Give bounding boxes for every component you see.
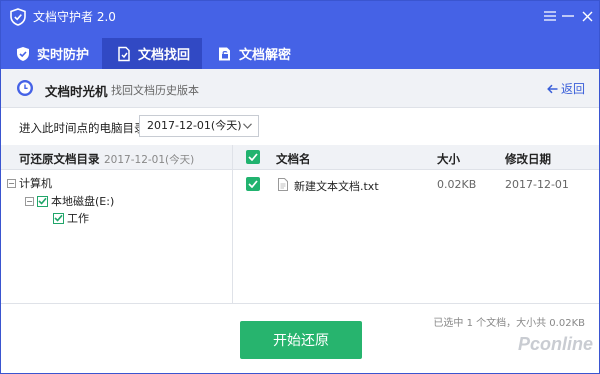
back-button[interactable]: 返回 (547, 80, 585, 97)
column-header-date[interactable]: 修改日期 (505, 151, 551, 167)
app-title: 文档守护者 2.0 (33, 10, 116, 24)
select-all-checkbox[interactable] (246, 150, 260, 164)
top-bar: 文档守护者 2.0 实时防护 文档找回 文档解密 (1, 1, 599, 69)
shield-logo-icon (10, 8, 26, 26)
tree-date: 2017-12-01(今天) (104, 154, 195, 166)
document-recover-icon (116, 46, 132, 62)
close-button[interactable] (578, 7, 596, 25)
section-header: 文档时光机 找回文档历史版本 返回 (1, 69, 599, 108)
column-header-name[interactable]: 文档名 (276, 151, 311, 167)
start-restore-button[interactable]: 开始还原 (240, 321, 362, 359)
main-tabs: 实时防护 文档找回 文档解密 (1, 38, 599, 69)
menu-button[interactable] (541, 7, 559, 25)
minimize-icon (562, 15, 574, 17)
title-bar: 文档守护者 2.0 (1, 1, 599, 33)
minimize-button[interactable] (559, 7, 577, 25)
page-subtitle: 找回文档历史版本 (111, 84, 199, 97)
tree-node-local-disk[interactable]: − 本地磁盘(E:) (25, 193, 114, 209)
file-list-panel: 文档名 大小 修改日期 新建文本文档.txt 0.02KB 2017-12-01 (233, 145, 599, 303)
tree-node-label: 本地磁盘(E:) (51, 195, 115, 208)
tab-document-decrypt[interactable]: 文档解密 (203, 38, 303, 69)
tab-label: 文档找回 (138, 48, 191, 63)
collapse-toggle-icon[interactable]: − (25, 196, 34, 206)
tab-document-recovery[interactable]: 文档找回 (102, 38, 202, 69)
chevron-down-icon (243, 116, 252, 137)
check-icon (38, 197, 47, 205)
unlock-document-icon (217, 46, 233, 62)
watermark-text: Pconline (517, 334, 593, 354)
shield-icon (15, 46, 31, 62)
tree-node-work[interactable]: 工作 (53, 210, 89, 226)
tree-checkbox[interactable] (37, 195, 48, 207)
file-name: 新建文本文档.txt (294, 180, 379, 193)
date-select[interactable]: 2017-12-01(今天) (139, 115, 259, 137)
date-picker-label: 进入此时间点的电脑目录 (19, 121, 146, 135)
footer-bar: 已选中 1 个文档，大小共 0.02KB 开始还原 Pconline (1, 303, 599, 373)
arrow-left-icon (547, 84, 558, 93)
tab-realtime-protection[interactable]: 实时防护 (1, 38, 101, 69)
app-window: 文档守护者 2.0 实时防护 文档找回 文档解密 文档时光机 找回文档历史版本 … (0, 0, 600, 374)
date-row: 进入此时间点的电脑目录 2017-12-01(今天) (1, 108, 599, 145)
file-list-header: 文档名 大小 修改日期 (233, 145, 599, 170)
tree-heading: 可还原文档目录 (19, 152, 100, 166)
file-size: 0.02KB (437, 178, 477, 191)
tree-checkbox[interactable] (53, 212, 64, 224)
tree-header: 可还原文档目录 2017-12-01(今天) (1, 145, 232, 170)
collapse-toggle-icon[interactable]: − (7, 178, 16, 188)
file-date: 2017-12-01 (505, 178, 569, 191)
text-file-icon (278, 178, 288, 191)
tab-label: 文档解密 (239, 48, 292, 63)
selection-summary: 已选中 1 个文档，大小共 0.02KB (433, 318, 585, 329)
tree-node-computer[interactable]: − 计算机 (7, 175, 52, 191)
check-icon (248, 180, 258, 188)
directory-tree-panel: 可还原文档目录 2017-12-01(今天) − 计算机 − 本地磁盘(E:) … (1, 145, 233, 303)
page-title: 文档时光机 (45, 84, 108, 99)
clock-icon (17, 80, 33, 96)
close-icon (582, 11, 592, 21)
back-label: 返回 (560, 82, 585, 96)
table-row[interactable]: 新建文本文档.txt 0.02KB 2017-12-01 (233, 173, 599, 197)
tree-node-label: 工作 (67, 212, 89, 225)
check-icon (54, 214, 63, 222)
tab-label: 实时防护 (37, 48, 90, 63)
column-header-size[interactable]: 大小 (437, 151, 460, 167)
menu-icon (544, 11, 556, 21)
date-select-value: 2017-12-01(今天) (147, 119, 242, 132)
check-icon (248, 153, 258, 161)
row-checkbox[interactable] (246, 177, 260, 191)
tree-node-label: 计算机 (19, 177, 52, 190)
